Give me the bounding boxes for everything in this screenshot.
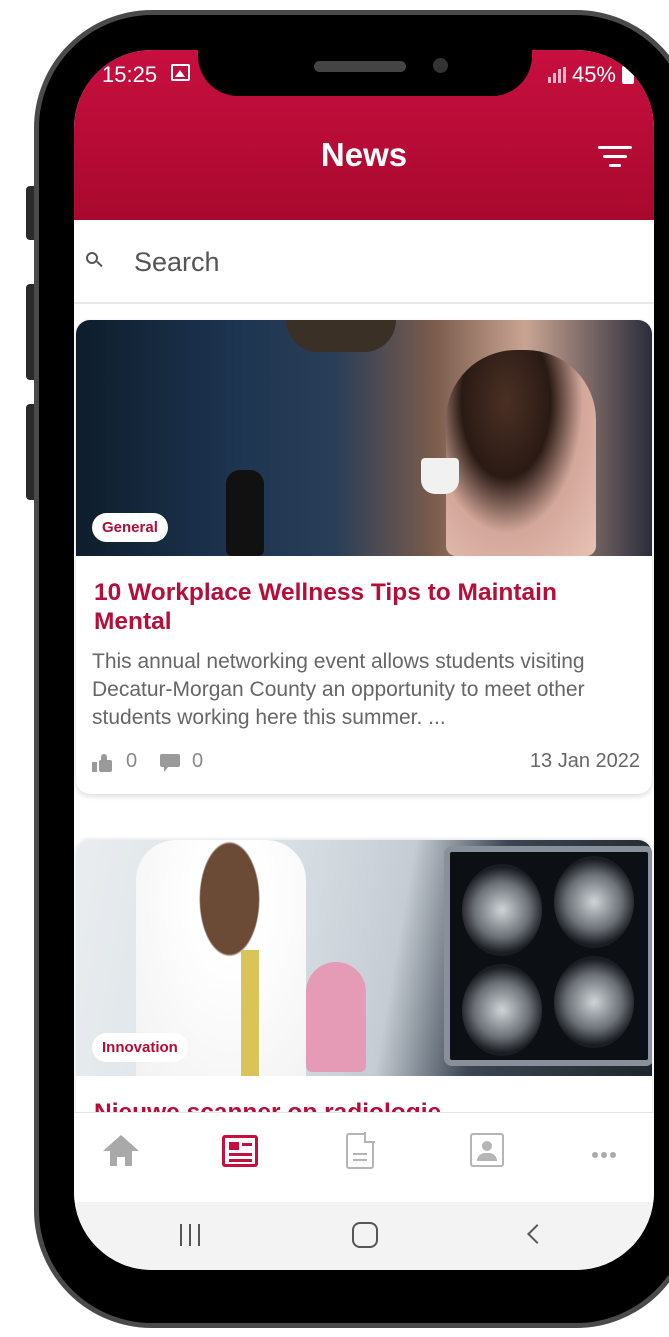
like-count: 0 bbox=[126, 750, 138, 772]
comment-count: 0 bbox=[192, 750, 204, 772]
speaker-grille bbox=[314, 61, 406, 72]
front-camera bbox=[433, 58, 448, 73]
search-icon bbox=[86, 252, 103, 268]
battery-icon bbox=[622, 66, 634, 84]
document-icon[interactable] bbox=[338, 1132, 388, 1183]
news-card[interactable]: General 10 Workplace Wellness Tips to Ma… bbox=[76, 320, 652, 794]
phone-screen: 15:25 45% News General 10 Workplace Well… bbox=[74, 50, 654, 1270]
battery-percentage: 45% bbox=[571, 62, 616, 87]
article-image: Innovation bbox=[76, 840, 652, 1076]
contact-icon[interactable] bbox=[466, 1133, 516, 1183]
article-image: General bbox=[76, 320, 652, 556]
image-monitor bbox=[444, 846, 652, 1066]
status-indicators: 45% bbox=[547, 62, 634, 88]
phone-notch bbox=[198, 44, 532, 96]
bottom-tab-bar bbox=[74, 1112, 654, 1202]
article-description: This annual networking event allows stud… bbox=[92, 650, 585, 729]
image-lamp bbox=[286, 320, 396, 352]
image-vase bbox=[226, 470, 264, 556]
image-nurse bbox=[306, 962, 366, 1072]
news-card[interactable]: Innovation Nieuwe scanner op radiologie bbox=[76, 840, 652, 1140]
system-nav-bar bbox=[74, 1202, 654, 1270]
image-notification-icon bbox=[171, 64, 190, 81]
comment-icon[interactable] bbox=[160, 754, 182, 772]
home-button[interactable] bbox=[352, 1222, 378, 1248]
search-bar bbox=[74, 220, 654, 304]
category-badge: Innovation bbox=[92, 1033, 188, 1062]
recents-button[interactable] bbox=[180, 1224, 202, 1246]
like-icon[interactable] bbox=[92, 754, 114, 772]
article-date: 13 Jan 2022 bbox=[529, 750, 640, 772]
image-person bbox=[446, 350, 596, 556]
image-cup bbox=[421, 458, 459, 494]
article-meta: 0 0 13 Jan 2022 bbox=[92, 750, 640, 780]
more-icon[interactable] bbox=[592, 1145, 642, 1165]
search-input[interactable] bbox=[134, 242, 614, 282]
article-title: 10 Workplace Wellness Tips to Maintain M… bbox=[94, 579, 557, 635]
signal-icon bbox=[547, 67, 566, 83]
status-time: 15:25 bbox=[102, 62, 158, 87]
news-icon[interactable] bbox=[218, 1133, 268, 1183]
image-tie bbox=[241, 950, 259, 1076]
filter-icon[interactable] bbox=[598, 146, 632, 170]
back-button[interactable] bbox=[527, 1224, 547, 1244]
page-title: News bbox=[320, 136, 408, 173]
home-icon[interactable] bbox=[98, 1133, 148, 1183]
category-badge: General bbox=[92, 513, 168, 542]
